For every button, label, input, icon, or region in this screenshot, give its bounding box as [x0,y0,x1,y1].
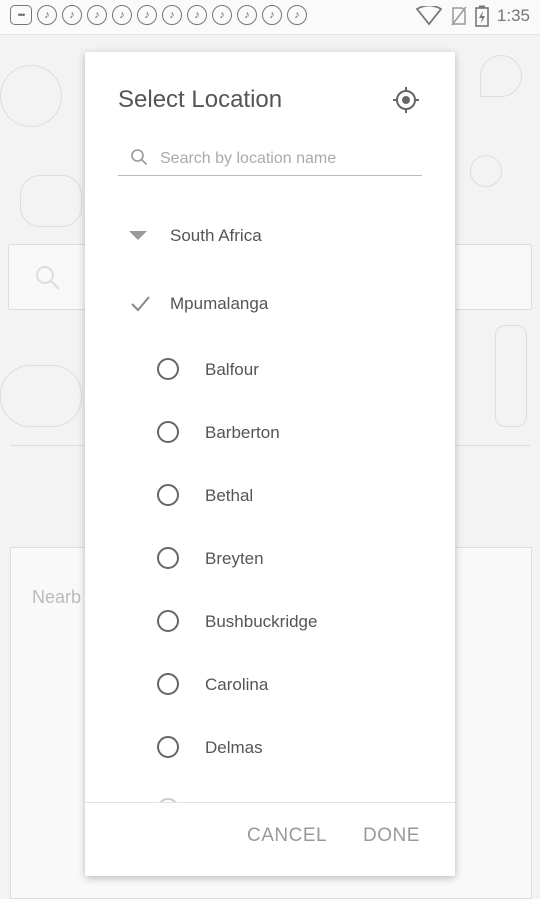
background-doodle [495,325,527,427]
music-note-icon: ♪ [187,5,207,25]
town-option-delmas[interactable]: Delmas [85,724,455,774]
status-right: 1:35 [415,5,530,27]
town-label: Delmas [205,738,263,757]
expand-arrow-icon [129,231,147,240]
background-doodle [0,65,62,127]
town-label: Barberton [205,423,280,442]
radio-button[interactable] [157,610,179,632]
town-option-bethal[interactable]: Bethal [85,472,455,522]
town-option-barberton[interactable]: Barberton [85,409,455,459]
battery-charging-icon [475,5,489,27]
select-location-dialog: Select Location South Africa Mpumalanga … [85,52,455,876]
music-note-icon: ♪ [137,5,157,25]
dialog-title: Select Location [118,86,283,113]
radio-button[interactable] [157,736,179,758]
town-option-balfour[interactable]: Balfour [85,346,455,396]
music-note-icon: ♪ [112,5,132,25]
checkmark-icon [131,296,150,312]
radio-button[interactable] [157,421,179,443]
music-note-icon: ♪ [62,5,82,25]
province-label: Mpumalanga [170,294,269,313]
town-label: Bushbuckridge [205,612,318,631]
town-label: Bethal [205,486,254,505]
music-note-icon: ♪ [237,5,257,25]
no-sim-icon [451,6,467,26]
music-note-icon: ♪ [287,5,307,25]
background-doodle [470,155,502,187]
search-icon [131,149,148,166]
music-note-icon: ♪ [37,5,57,25]
country-row[interactable]: South Africa [85,212,455,262]
more-icon: ••• [10,5,32,25]
background-doodle [20,175,82,227]
radio-button[interactable] [157,547,179,569]
music-note-icon: ♪ [212,5,232,25]
town-option-breyten[interactable]: Breyten [85,535,455,585]
done-button[interactable]: DONE [353,818,430,854]
country-label: South Africa [170,226,262,245]
wifi-icon [415,6,443,26]
music-note-icon: ♪ [262,5,282,25]
notification-icons: ••• ♪ ♪ ♪ ♪ ♪ ♪ ♪ ♪ ♪ ♪ ♪ [10,5,307,25]
background-doodle [480,55,522,97]
province-row[interactable]: Mpumalanga [85,280,455,330]
music-note-icon: ♪ [162,5,182,25]
clock: 1:35 [496,6,530,25]
radio-button[interactable] [157,484,179,506]
town-option-carolina[interactable]: Carolina [85,661,455,711]
search-field[interactable] [118,143,422,176]
town-label: Carolina [205,675,269,694]
town-label: Balfour [205,360,259,379]
cancel-button[interactable]: CANCEL [237,818,337,854]
background-nearby-label: Nearb [32,587,82,607]
background-search-icon [36,266,60,290]
town-option-bushbuckridge[interactable]: Bushbuckridge [85,598,455,648]
radio-button[interactable] [157,358,179,380]
music-note-icon: ♪ [87,5,107,25]
status-bar: ••• ♪ ♪ ♪ ♪ ♪ ♪ ♪ ♪ ♪ ♪ ♪ 1:35 [0,0,540,35]
dialog-divider [85,802,455,803]
my-location-icon[interactable] [391,85,421,115]
background-doodle [0,365,82,427]
search-input[interactable] [158,145,422,173]
town-label: Breyten [205,549,264,568]
radio-button[interactable] [157,673,179,695]
